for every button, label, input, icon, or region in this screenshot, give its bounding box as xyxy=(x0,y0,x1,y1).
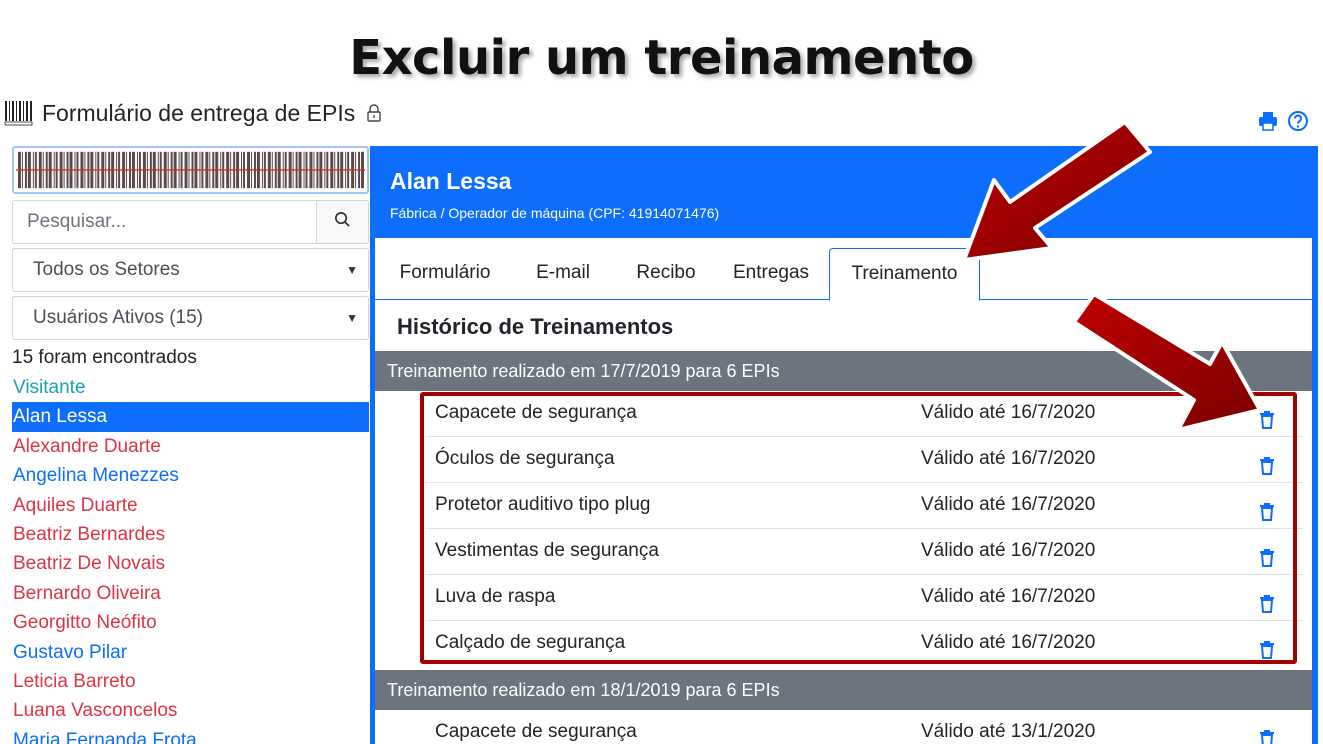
user-list-item[interactable]: Leticia Barreto xyxy=(12,667,369,696)
users-status-select[interactable]: Usuários Ativos (15) ▼ xyxy=(12,296,369,340)
training-item-row: Óculos de segurança Válido até 16/7/2020 xyxy=(425,437,1303,483)
lock-icon[interactable] xyxy=(365,104,383,122)
item-name: Protetor auditivo tipo plug xyxy=(435,494,651,515)
item-name: Óculos de segurança xyxy=(435,448,615,469)
training-item-row: Protetor auditivo tipo plug Válido até 1… xyxy=(425,483,1303,529)
users-select-value: Usuários Ativos (15) xyxy=(33,307,204,328)
barcode-icon xyxy=(4,100,34,126)
search-input[interactable] xyxy=(13,201,316,243)
search-group xyxy=(12,200,369,244)
user-list-item-selected[interactable]: Alan Lessa xyxy=(12,402,369,432)
training-item-row: Calçado de segurança Válido até 16/7/202… xyxy=(425,621,1303,667)
user-list-item[interactable]: Beatriz De Novais xyxy=(12,549,369,578)
sector-select[interactable]: Todos os Setores ▼ xyxy=(12,248,369,292)
item-name: Capacete de segurança xyxy=(435,402,637,423)
training-item-row: Luva de raspa Válido até 16/7/2020 xyxy=(425,575,1303,621)
employee-name: Alan Lessa xyxy=(390,168,512,194)
trash-icon[interactable] xyxy=(1258,722,1276,744)
print-icon[interactable] xyxy=(1257,110,1279,132)
search-icon xyxy=(334,211,351,233)
slide-title: Excluir um treinamento xyxy=(349,30,974,86)
user-list-item[interactable]: Georgitto Neófito xyxy=(12,608,369,637)
help-icon[interactable] xyxy=(1287,110,1309,132)
barcode-scanner-field[interactable] xyxy=(12,146,369,194)
item-name: Luva de raspa xyxy=(435,586,556,607)
trash-icon[interactable] xyxy=(1258,541,1276,567)
trash-icon[interactable] xyxy=(1258,403,1276,429)
tab-treinamento[interactable]: Treinamento xyxy=(829,248,980,301)
user-list-item[interactable]: Bernardo Oliveira xyxy=(12,579,369,608)
item-validity: Válido até 16/7/2020 xyxy=(921,402,1096,423)
training-group-header: Treinamento realizado em 17/7/2019 para … xyxy=(375,351,1312,391)
user-list-item[interactable]: Angelina Menezzes xyxy=(12,461,369,490)
item-name: Capacete de segurança xyxy=(435,721,637,742)
top-toolbar xyxy=(1257,110,1309,132)
panel-body: Formulário E-mail Recibo Entregas Treina… xyxy=(375,238,1312,744)
user-list-item[interactable]: Luana Vasconcelos xyxy=(12,696,369,725)
user-list-item[interactable]: Gustavo Pilar xyxy=(12,638,369,667)
section-title: Histórico de Treinamentos xyxy=(397,314,674,339)
app-title: Formulário de entrega de EPIs xyxy=(42,99,356,126)
item-name: Vestimentas de segurança xyxy=(435,540,659,561)
user-list-item[interactable]: Beatriz Bernardes xyxy=(12,520,369,549)
user-list: Visitante Alan Lessa Alexandre Duarte An… xyxy=(12,373,369,744)
training-item-row: Vestimentas de segurança Válido até 16/7… xyxy=(425,529,1303,575)
trash-icon[interactable] xyxy=(1258,587,1276,613)
training-item-row: Capacete de segurança Válido até 13/1/20… xyxy=(425,710,1303,744)
caret-down-icon: ▼ xyxy=(346,311,358,325)
trash-icon[interactable] xyxy=(1258,495,1276,521)
item-validity: Válido até 16/7/2020 xyxy=(921,586,1096,607)
user-list-item[interactable]: Maria Fernanda Frota xyxy=(12,726,369,744)
tab-formulario[interactable]: Formulário xyxy=(389,248,501,300)
results-count: 15 foram encontrados xyxy=(12,347,197,368)
sector-select-value: Todos os Setores xyxy=(33,259,180,280)
employee-panel: Alan Lessa Fábrica / Operador de máquina… xyxy=(370,146,1318,744)
tab-email[interactable]: E-mail xyxy=(523,248,603,300)
search-button[interactable] xyxy=(316,201,368,243)
training-group-header: Treinamento realizado em 18/1/2019 para … xyxy=(375,670,1312,710)
item-name: Calçado de segurança xyxy=(435,632,626,653)
item-validity: Válido até 13/1/2020 xyxy=(921,721,1096,742)
tab-bar: Formulário E-mail Recibo Entregas Treina… xyxy=(375,238,1312,301)
item-validity: Válido até 16/7/2020 xyxy=(921,540,1096,561)
item-validity: Válido até 16/7/2020 xyxy=(921,494,1096,515)
user-list-item[interactable]: Aquiles Duarte xyxy=(12,491,369,520)
employee-subtitle: Fábrica / Operador de máquina (CPF: 4191… xyxy=(390,205,720,221)
caret-down-icon: ▼ xyxy=(346,263,358,277)
user-list-item[interactable]: Visitante xyxy=(12,373,369,402)
item-validity: Válido até 16/7/2020 xyxy=(921,632,1096,653)
training-item-row: Capacete de segurança Válido até 16/7/20… xyxy=(425,391,1303,437)
item-validity: Válido até 16/7/2020 xyxy=(921,448,1096,469)
trash-icon[interactable] xyxy=(1258,633,1276,659)
tab-entregas[interactable]: Entregas xyxy=(721,248,821,300)
sidebar: Todos os Setores ▼ Usuários Ativos (15) … xyxy=(12,146,369,744)
tab-recibo[interactable]: Recibo xyxy=(621,248,711,300)
trash-icon[interactable] xyxy=(1258,449,1276,475)
app-header: Formulário de entrega de EPIs xyxy=(4,98,383,128)
user-list-item[interactable]: Alexandre Duarte xyxy=(12,432,369,461)
